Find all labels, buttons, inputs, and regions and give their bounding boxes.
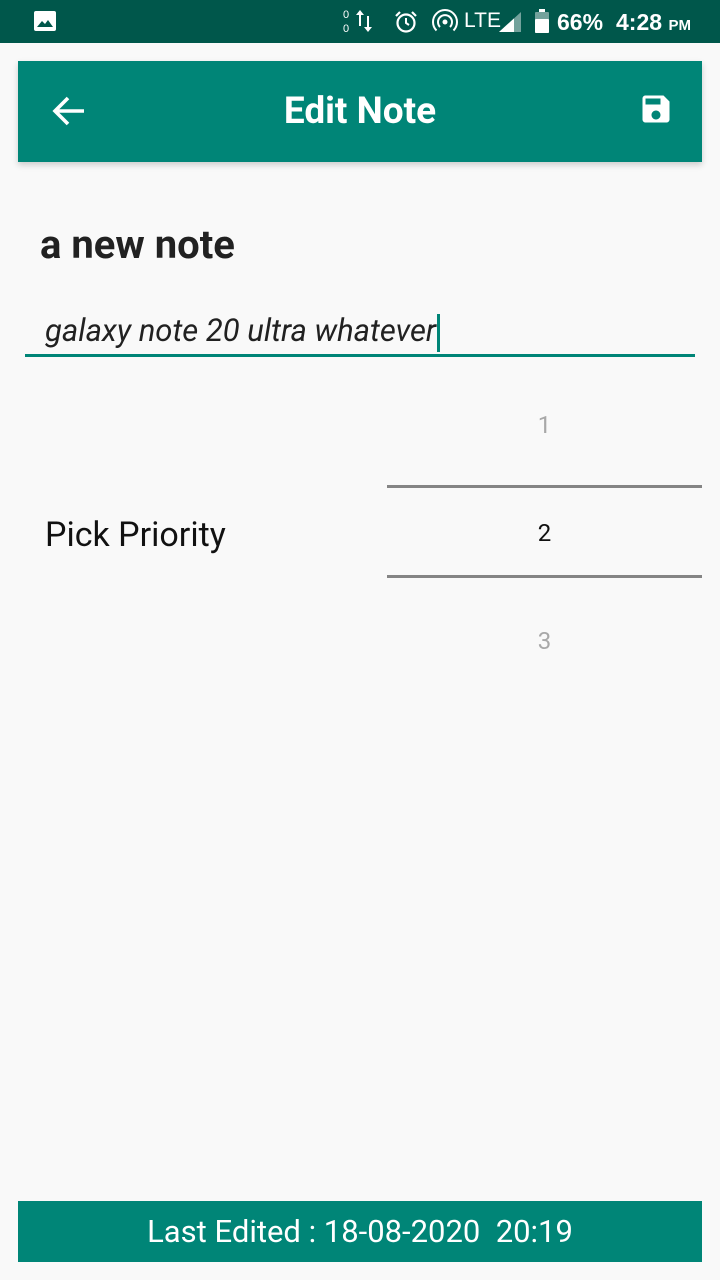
- description-text-wrap: galaxy note 20 ultra whatever: [45, 311, 441, 352]
- network-type-label: LTE: [464, 9, 501, 32]
- note-description-input[interactable]: galaxy note 20 ultra whatever: [25, 305, 695, 357]
- hotspot-icon: [432, 9, 458, 32]
- priority-option-1[interactable]: 1: [387, 410, 702, 440]
- svg-text:0: 0: [343, 23, 349, 35]
- alarm-icon: [395, 11, 417, 33]
- battery-percent: 66%: [557, 9, 604, 35]
- priority-label: Pick Priority: [45, 515, 226, 555]
- signal-icon: [499, 12, 521, 32]
- last-edited-footer: Last Edited : 18-08-2020 20:19: [18, 1201, 702, 1262]
- page-title: Edit Note: [283, 90, 437, 133]
- picker-divider-bottom: [387, 575, 702, 578]
- clock-time: 4:28: [616, 9, 663, 35]
- save-button[interactable]: [638, 91, 678, 131]
- clock-ampm: PM: [668, 17, 691, 34]
- status-bar: 0 0 LTE 66% 4:28 PM: [0, 0, 720, 43]
- battery-icon: [535, 9, 549, 33]
- app-bar: Edit Note: [18, 61, 702, 162]
- data-activity-icon: 0 0: [343, 9, 372, 35]
- note-title-field[interactable]: a new note: [40, 220, 235, 270]
- clock: 4:28 PM: [616, 8, 691, 40]
- priority-option-selected[interactable]: 2: [387, 518, 702, 548]
- priority-option-3[interactable]: 3: [387, 626, 702, 656]
- save-icon: [642, 95, 670, 123]
- text-cursor: [437, 313, 441, 352]
- gallery-icon: [34, 11, 56, 31]
- svg-text:0: 0: [343, 9, 349, 21]
- picker-divider-top: [387, 485, 702, 488]
- last-edited-text: Last Edited : 18-08-2020 20:19: [147, 1213, 573, 1250]
- priority-number-picker[interactable]: 1 2 3: [387, 390, 702, 680]
- description-text: galaxy note 20 ultra whatever: [45, 312, 437, 349]
